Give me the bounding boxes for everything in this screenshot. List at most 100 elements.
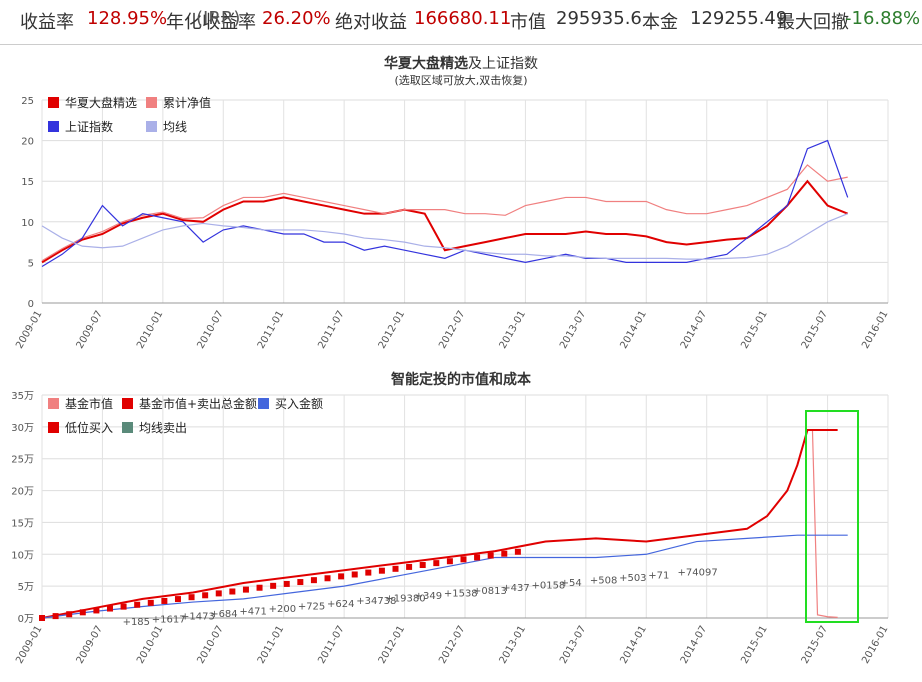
y-tick-label: 35万 <box>11 391 34 402</box>
low-buy-marker <box>79 609 86 616</box>
legend-label: 低位买入 <box>65 420 113 435</box>
legend-swatch <box>48 97 59 108</box>
low-buy-marker <box>256 584 263 591</box>
y-tick-label: 0万 <box>18 614 34 625</box>
x-tick-label: 2012-07 <box>437 624 467 666</box>
x-tick-label: 2011-01 <box>256 624 286 666</box>
x-tick-label: 2013-07 <box>558 624 588 666</box>
irr-sub: (IRR) <box>196 8 241 29</box>
stats-bar: 收益率 128.95% 年化收益率 (IRR) 26.20% 绝对收益 1666… <box>0 0 922 45</box>
low-buy-marker <box>134 601 141 608</box>
dd-label: 最大回撤 <box>777 12 849 33</box>
legend-label: 华夏大盘精选 <box>65 95 137 110</box>
low-buy-marker <box>338 573 345 580</box>
y-tick-label: 0 <box>28 299 34 310</box>
low-buy-marker <box>188 594 195 601</box>
x-tick-label: 2009-01 <box>14 624 44 666</box>
x-tick-label: 2013-07 <box>558 309 588 351</box>
principal-label: 本金 <box>642 12 678 33</box>
legend-label: 累计净值 <box>163 95 211 110</box>
buy-annotation: +74097 <box>678 568 718 579</box>
low-buy-marker <box>120 603 127 610</box>
dca-value-cost-chart[interactable]: 智能定投的市值和成本 0万 5万 10万 15万 20万 25万 30万 35万 2009-01 2… <box>0 368 922 682</box>
buy-annotation: +54 <box>561 578 582 589</box>
x-tick-label: 2014-07 <box>679 624 709 666</box>
legend-swatch <box>122 422 133 433</box>
x-tick-label: 2015-01 <box>739 309 769 351</box>
low-buy-marker <box>324 575 331 582</box>
legend-swatch <box>122 398 133 409</box>
low-buy-marker <box>66 611 73 618</box>
x-tick-label: 2016-01 <box>860 624 890 666</box>
buy-annotation: +624 <box>327 599 354 610</box>
low-buy-marker <box>202 592 209 599</box>
low-buy-marker <box>174 596 181 603</box>
low-buy-marker <box>147 599 154 606</box>
chart1-title-rest: 及上证指数 <box>468 56 538 72</box>
legend-swatch <box>48 422 59 433</box>
x-tick-label: 2015-07 <box>800 624 830 666</box>
low-buy-marker <box>242 586 249 593</box>
x-tick-label: 2014-07 <box>679 309 709 351</box>
x-tick-label: 2011-07 <box>316 624 346 666</box>
x-tick-label: 2010-01 <box>135 624 165 666</box>
buy-annotation: +349 <box>415 591 442 602</box>
legend-label: 均线 <box>163 120 187 134</box>
chart1-title: 华夏大盘精选及上证指数 <box>384 55 538 72</box>
x-tick-label: 2011-07 <box>316 309 346 351</box>
low-buy-marker <box>392 565 399 572</box>
low-buy-marker <box>297 579 304 586</box>
low-buy-marker <box>365 569 372 576</box>
x-tick-label: 2014-01 <box>618 309 648 351</box>
return-label: 收益率 <box>20 12 74 33</box>
low-buy-marker <box>501 550 508 557</box>
chart2-title: 智能定投的市值和成本 <box>390 371 532 388</box>
x-tick-label: 2013-01 <box>498 309 528 351</box>
abs-label: 绝对收益 <box>335 12 407 33</box>
low-buy-marker <box>106 605 113 612</box>
buy-annotation: +200 <box>269 604 296 615</box>
legend-label: 买入金额 <box>275 396 323 411</box>
x-tick-label: 2012-01 <box>377 624 407 666</box>
y-tick-label: 5 <box>28 258 34 269</box>
fund-index-chart[interactable]: 华夏大盘精选及上证指数(选取区域可放大,双击恢复)05101520252009-… <box>0 48 922 368</box>
x-tick-label: 2009-07 <box>75 309 105 351</box>
buy-annotation: +437 <box>502 583 529 594</box>
buy-annotation: +185 <box>123 617 150 628</box>
irr-value: 26.20% <box>262 8 331 29</box>
low-buy-marker <box>474 554 481 561</box>
x-tick-label: 2015-07 <box>800 309 830 351</box>
low-buy-marker <box>351 571 358 578</box>
legend-label: 基金市值 <box>65 396 113 411</box>
y-tick-label: 15 <box>21 177 34 188</box>
low-buy-marker <box>215 590 222 597</box>
x-tick-label: 2016-01 <box>860 309 890 351</box>
x-tick-label: 2014-01 <box>618 624 648 666</box>
low-buy-marker <box>378 567 385 574</box>
low-buy-marker <box>283 580 290 587</box>
return-value: 128.95% <box>87 8 168 29</box>
low-buy-marker <box>310 577 317 584</box>
buy-annotation: +71 <box>648 570 669 581</box>
legend-swatch <box>146 121 157 132</box>
legend-swatch <box>48 121 59 132</box>
y-tick-label: 10万 <box>11 550 34 561</box>
y-tick-label: 25万 <box>11 455 34 466</box>
low-buy-marker <box>487 552 494 559</box>
x-tick-label: 2010-07 <box>195 309 225 351</box>
y-tick-label: 20 <box>21 137 34 148</box>
legend-swatch <box>48 398 59 409</box>
low-buy-marker <box>270 582 277 589</box>
x-tick-label: 2010-01 <box>135 309 165 351</box>
buy-annotation: +503 <box>619 573 646 584</box>
low-buy-marker <box>419 562 426 569</box>
x-tick-label: 2011-01 <box>256 309 286 351</box>
low-buy-marker <box>460 556 467 563</box>
x-tick-label: 2010-07 <box>195 624 225 666</box>
x-tick-label: 2015-01 <box>739 624 769 666</box>
legend-swatch <box>146 97 157 108</box>
x-tick-label: 2009-01 <box>14 309 44 351</box>
y-tick-label: 5万 <box>18 582 34 593</box>
legend-label: 均线卖出 <box>139 421 187 435</box>
buy-annotation: +684 <box>210 609 237 620</box>
